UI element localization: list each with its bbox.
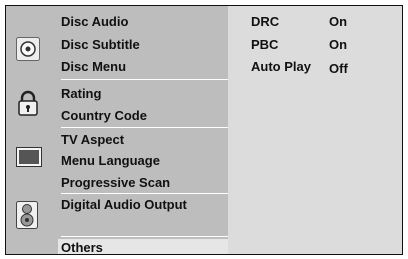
divider xyxy=(61,193,228,194)
menu-item-progressive-scan[interactable]: Progressive Scan xyxy=(61,175,170,191)
option-auto-play-value[interactable]: Off xyxy=(329,61,348,77)
divider xyxy=(61,79,228,80)
menu-item-disc-menu[interactable]: Disc Menu xyxy=(61,59,126,75)
menu-item-disc-audio[interactable]: Disc Audio xyxy=(61,14,128,30)
option-pbc-label[interactable]: PBC xyxy=(251,37,278,53)
divider xyxy=(61,236,228,237)
menu-item-country-code[interactable]: Country Code xyxy=(61,108,147,124)
setup-menu: Disc Audio Disc Subtitle Disc Menu Ratin… xyxy=(5,5,403,255)
menu-item-digital-audio-output[interactable]: Digital Audio Output xyxy=(61,197,187,213)
options-panel: DRC On PBC On Auto Play Off xyxy=(228,6,402,254)
option-auto-play-label[interactable]: Auto Play xyxy=(251,59,311,75)
disc-icon xyxy=(16,37,40,66)
menu-item-rating[interactable]: Rating xyxy=(61,86,101,102)
menu-item-others[interactable]: Others xyxy=(61,240,103,254)
option-drc-value[interactable]: On xyxy=(329,14,347,30)
divider xyxy=(61,127,228,128)
option-pbc-value[interactable]: On xyxy=(329,37,347,53)
tv-screen-icon xyxy=(16,147,42,172)
menu-item-menu-language[interactable]: Menu Language xyxy=(61,153,160,169)
speaker-icon xyxy=(16,201,38,234)
menu-item-tv-aspect[interactable]: TV Aspect xyxy=(61,132,124,148)
menu-item-disc-subtitle[interactable]: Disc Subtitle xyxy=(61,37,140,53)
category-panel: Disc Audio Disc Subtitle Disc Menu Ratin… xyxy=(6,6,228,254)
padlock-icon xyxy=(16,90,40,121)
option-drc-label[interactable]: DRC xyxy=(251,14,279,30)
